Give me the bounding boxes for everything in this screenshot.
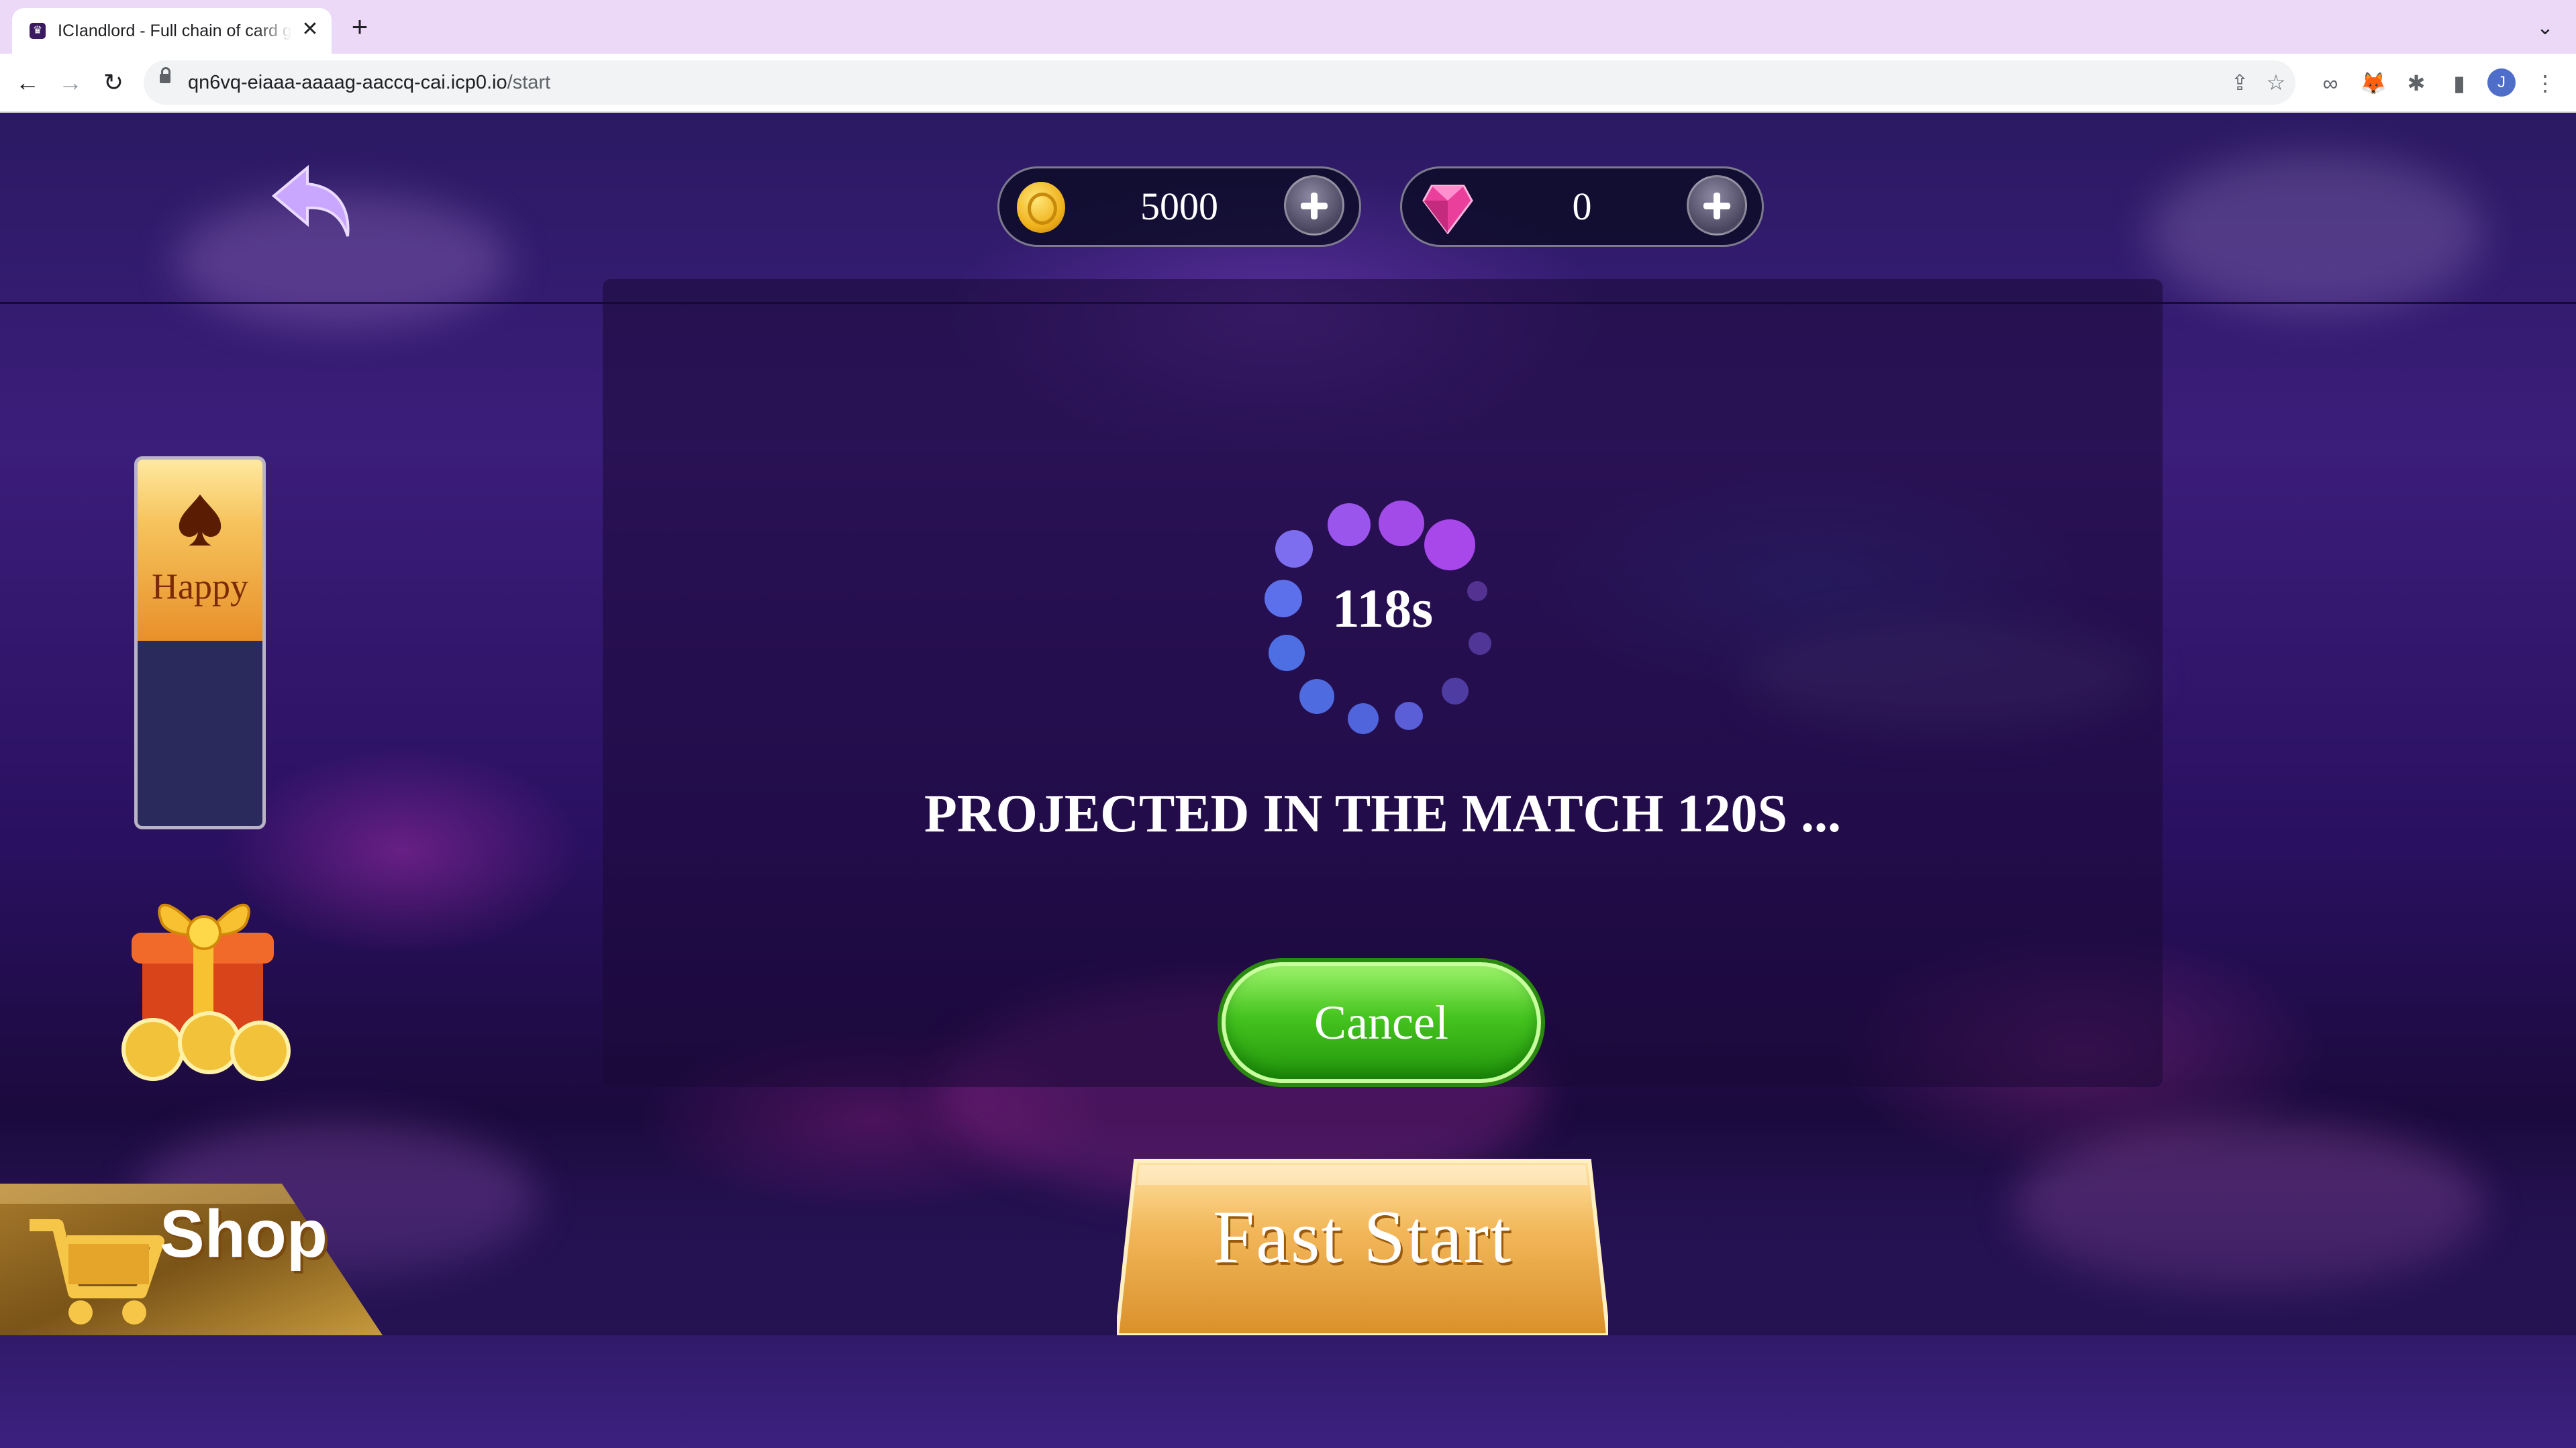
spinner-dot [1379,501,1424,546]
forward-arrow-icon[interactable]: → [54,66,87,99]
lock-icon[interactable] [160,67,170,83]
spinner-dot [1348,703,1379,734]
browser-toolbar: ← → ↻ qn6vq-eiaaa-aaaag-aaccq-cai.icp0.i… [0,54,2576,113]
spinner-dot [1395,702,1423,730]
game-mode-tabs: Happy [134,456,266,829]
cancel-button[interactable]: Cancel [1222,962,1541,1083]
pink-diamond-icon [1422,185,1473,234]
cancel-label: Cancel [1314,996,1448,1049]
mode-label: Happy [152,566,248,607]
add-gems-plus-icon[interactable] [1687,175,1747,236]
browser-tab-bar: ♛ ICIandlord - Full chain of card game ✕… [0,0,2576,54]
background-blur [2148,153,2483,314]
gold-coin-icon [1017,182,1065,233]
coin-counter: 5000 [997,166,1361,247]
tab-favicon-icon: ♛ [30,23,46,39]
gift-box-icon[interactable] [111,871,299,1086]
spinner-dot [1269,635,1305,671]
tab-title: ICIandlord - Full chain of card game [58,21,291,40]
matching-message: PROJECTED IN THE MATCH 120S ... [924,784,1842,843]
back-arrow-icon[interactable] [268,161,356,242]
address-bar[interactable]: qn6vq-eiaaa-aaaag-aaccq-cai.icp0.io/star… [144,60,2295,105]
side-panel-icon[interactable]: ▮ [2443,67,2475,99]
spinner-dot [1275,530,1313,568]
add-coins-plus-icon[interactable] [1284,175,1344,236]
countdown-timer: 118s [1332,578,1434,639]
url-path: /start [507,72,551,93]
browser-menu-icon[interactable]: ⋮ [2529,67,2561,99]
gem-counter: 0 [1400,166,1764,247]
fast-start-label: Fast Start [1212,1196,1513,1279]
share-icon[interactable]: ⇪ [2224,67,2255,98]
url-host: qn6vq-eiaaa-aaaag-aaccq-cai.icp0.io [188,72,507,93]
coin-amount: 5000 [1140,185,1218,228]
browser-tab[interactable]: ♛ ICIandlord - Full chain of card game ✕ [12,8,332,54]
profile-avatar[interactable]: J [2487,68,2516,97]
tab-search-chevron-icon[interactable]: ⌄ [2529,12,2561,44]
reload-icon[interactable]: ↻ [97,66,130,99]
new-tab-button[interactable]: + [344,12,376,44]
spinner-dot [1424,519,1475,570]
url-text[interactable]: qn6vq-eiaaa-aaaag-aaccq-cai.icp0.io/star… [188,60,550,105]
spinner-dot [1299,679,1334,714]
spinner-dot [1442,678,1469,705]
extension-infinity-icon[interactable]: ∞ [2314,67,2346,99]
back-arrow-icon[interactable]: ← [11,66,44,99]
metamask-fox-icon[interactable]: 🦊 [2357,67,2389,99]
mode-tab-happy[interactable]: Happy [138,460,262,641]
bookmark-star-icon[interactable]: ☆ [2261,67,2291,98]
spade-icon [179,495,221,546]
shop-label: Shop [160,1196,328,1272]
extensions-puzzle-icon[interactable]: ✱ [2400,67,2432,99]
spinner-dot [1328,503,1371,546]
tab-close-icon[interactable]: ✕ [298,17,322,42]
gem-amount: 0 [1572,185,1592,228]
